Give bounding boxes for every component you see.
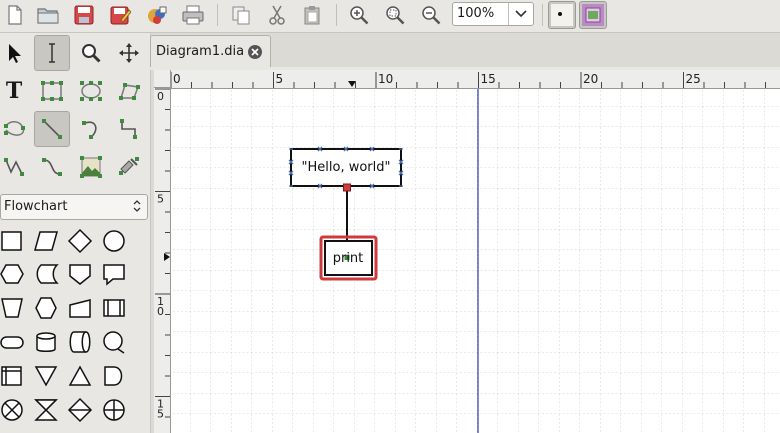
shape-sort[interactable] <box>64 394 96 426</box>
ruler-corner <box>154 70 171 88</box>
hello-box-text: "Hello, world" <box>302 160 391 175</box>
arc-tool-icon[interactable] <box>73 111 109 147</box>
shape-decision[interactable] <box>64 225 96 257</box>
ruler-label: 25 <box>686 72 701 86</box>
text-tool-icon[interactable]: T <box>0 73 32 109</box>
tab-title[interactable]: Diagram1.dia <box>156 44 244 59</box>
shape-merge[interactable] <box>30 360 62 392</box>
polygon-tool-icon[interactable] <box>111 73 147 109</box>
ruler-pointer-marker <box>348 81 356 87</box>
main-toolbar: 100% <box>0 0 780 33</box>
copy-icon[interactable] <box>226 1 256 29</box>
open-folder-icon[interactable] <box>33 1 63 29</box>
shape-input-output[interactable] <box>30 225 62 257</box>
ruler-label: 5 <box>157 193 164 206</box>
ruler-pointer-marker <box>164 253 170 261</box>
close-icon[interactable] <box>247 44 263 64</box>
print-box-text: print <box>333 251 364 266</box>
zoom-out-icon[interactable] <box>416 1 446 29</box>
image-tool-icon[interactable] <box>73 149 109 185</box>
shape-sequential-storage[interactable] <box>98 326 130 358</box>
shape-connector[interactable] <box>98 225 130 257</box>
ruler-label: 0 <box>157 305 164 318</box>
save-icon[interactable] <box>69 1 99 29</box>
shape-direct-access-storage[interactable] <box>64 326 96 358</box>
zoom-value[interactable]: 100% <box>457 6 494 21</box>
scroll-tool-icon[interactable] <box>111 35 147 71</box>
new-file-icon[interactable] <box>0 1 30 29</box>
outline-tool-icon[interactable] <box>111 149 147 185</box>
ruler-label: 10 <box>378 72 393 86</box>
shape-terminal[interactable] <box>0 326 28 358</box>
sheet-selector[interactable]: Flowchart <box>0 194 148 220</box>
shape-process[interactable] <box>0 225 28 257</box>
zoom-fit-icon[interactable] <box>380 1 410 29</box>
snap-to-grid-toggle[interactable] <box>548 1 576 29</box>
shape-offpage-connector[interactable] <box>64 258 96 290</box>
shape-display[interactable] <box>98 258 130 290</box>
beziergon-tool-icon[interactable] <box>0 111 32 147</box>
tab-diagram1[interactable]: Diagram1.dia <box>150 35 271 67</box>
shape-predefined-process[interactable] <box>98 292 130 324</box>
vertical-ruler: 051015 <box>154 88 171 433</box>
shape-delay[interactable] <box>98 360 130 392</box>
shape-magnetic-disk[interactable] <box>30 326 62 358</box>
ruler-label: 0 <box>157 90 164 103</box>
line-tool-icon[interactable] <box>34 111 70 147</box>
horizontal-ruler: 051015202530 <box>154 70 780 89</box>
chevron-updown-icon <box>133 199 141 217</box>
shape-manual-operation[interactable] <box>0 292 28 324</box>
pointer-tool-icon[interactable] <box>0 35 32 71</box>
export-icon[interactable] <box>142 1 172 29</box>
shape-or[interactable] <box>98 394 130 426</box>
shape-hexagon[interactable] <box>30 292 62 324</box>
sheet-name: Flowchart <box>4 199 68 214</box>
shape-stored-data[interactable] <box>30 258 62 290</box>
zoom-combo[interactable]: 100% <box>452 2 534 26</box>
text-edit-tool-icon[interactable] <box>34 35 70 71</box>
ruler-label: 5 <box>276 72 284 86</box>
shape-extract[interactable] <box>64 360 96 392</box>
polyline-tool-icon[interactable] <box>0 149 32 185</box>
shape-collate[interactable] <box>30 394 62 426</box>
shape-internal-storage[interactable] <box>0 360 28 392</box>
cut-icon[interactable] <box>262 1 292 29</box>
chevron-down-icon[interactable] <box>508 3 533 25</box>
shape-summing-junction[interactable] <box>0 394 28 426</box>
toolbox: T Flowchart <box>0 33 151 433</box>
snap-to-objects-toggle[interactable] <box>579 1 607 29</box>
ruler-label: 5 <box>157 408 164 421</box>
ruler-label: 15 <box>481 72 496 86</box>
magnify-tool-icon[interactable] <box>73 35 109 71</box>
ruler-label: 20 <box>583 72 598 86</box>
bezier-line-tool-icon[interactable] <box>34 149 70 185</box>
diagram-drawing[interactable]: "Hello, world" print <box>171 89 780 433</box>
zigzag-line-tool-icon[interactable] <box>111 111 147 147</box>
print-icon[interactable] <box>178 1 208 29</box>
diagram-canvas[interactable]: "Hello, world" print <box>171 89 780 433</box>
ellipse-tool-icon[interactable] <box>73 73 109 109</box>
shape-preparation[interactable] <box>0 258 28 290</box>
shape-manual-input[interactable] <box>64 292 96 324</box>
ruler-label: 0 <box>173 72 181 86</box>
zoom-in-icon[interactable] <box>344 1 374 29</box>
paste-icon[interactable] <box>297 1 327 29</box>
box-tool-icon[interactable] <box>34 73 70 109</box>
save-as-icon[interactable] <box>105 1 135 29</box>
